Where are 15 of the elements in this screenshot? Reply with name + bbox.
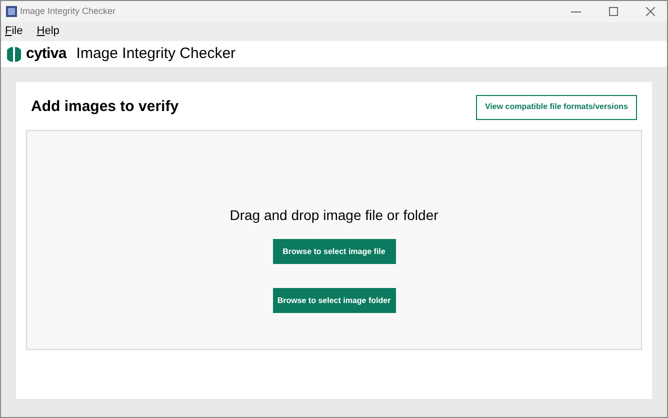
window-title: Image Integrity Checker [20, 4, 116, 18]
menu-item[interactable]: File [5, 23, 23, 40]
app-icon [6, 6, 17, 17]
drop-zone[interactable]: Drag and drop image file or folder Browse to select image file Browse to select image folder [26, 130, 642, 350]
browse-button[interactable]: Browse to select image folder [272, 288, 396, 313]
close-icon[interactable] [646, 7, 655, 16]
app-title: Image Integrity Checker [76, 44, 236, 64]
browse-button[interactable]: Browse to select image file [272, 239, 396, 264]
formats-button[interactable]: View compatible file formats/versions [476, 94, 637, 120]
logo-text: cytiva [26, 44, 66, 64]
menu-item[interactable]: Help [36, 23, 60, 40]
drop-prompt: Drag and drop image file or folder [230, 206, 438, 225]
card-heading: Add images to verify [31, 96, 179, 117]
maximize-icon[interactable] [609, 7, 618, 16]
logo-icon [7, 46, 21, 62]
